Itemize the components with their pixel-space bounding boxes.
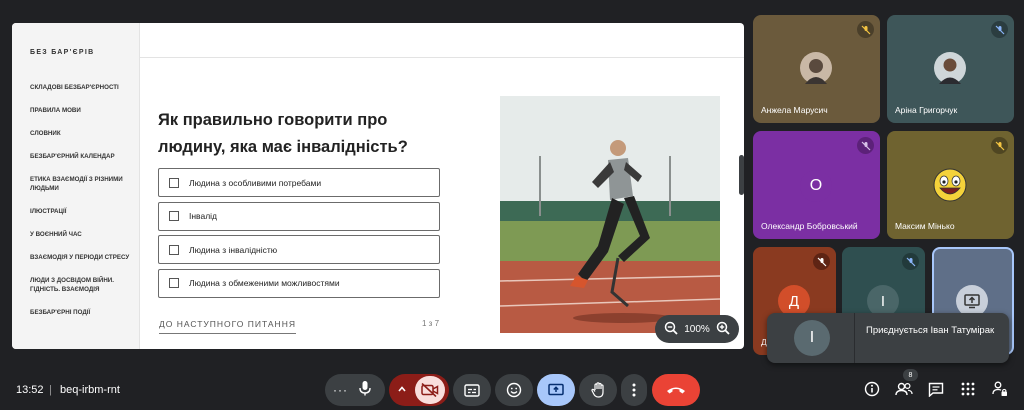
divider [854,313,855,363]
answer-label: Людина з особливими потребами [189,177,322,188]
nav-item[interactable]: ПРАВИЛА МОВИ [30,106,135,115]
participant-tile[interactable]: О Олександр Бобровський [753,131,880,239]
nav-item[interactable]: ЛЮДИ З ДОСВІДОМ ВІЙНИ. ГІДНІСТЬ. ВЗАЄМОД… [30,276,135,294]
answer-option[interactable]: Людина з особливими потребами [158,168,440,197]
more-options-button[interactable] [621,374,647,406]
zoom-out-icon[interactable] [664,321,678,338]
mic-button[interactable] [358,380,372,401]
runner-illustration [500,96,720,333]
camera-off-button[interactable] [415,376,445,404]
mic-control-group: ··· [325,374,385,406]
raise-hand-icon [590,382,604,398]
captions-button[interactable] [453,374,491,406]
more-vert-icon [632,383,636,397]
meeting-code: beq-irbm-rnt [60,384,120,396]
quiz-question: Як правильно говорити про людину, яка ма… [158,111,408,156]
participant-name: Анжела Марусич [761,105,828,115]
avatar [934,52,966,84]
nav-item[interactable]: СКЛАДОВІ БЕЗБАР'ЄРНОСТІ [30,83,135,92]
participant-name: Максим Мінько [895,221,955,231]
participant-name: Д [761,337,767,347]
mic-muted-icon [857,137,874,154]
mic-muted-icon [902,253,919,270]
leave-call-button[interactable] [652,374,700,406]
lock-person-icon [992,381,1007,396]
mic-muted-icon [857,21,874,38]
reactions-button[interactable] [495,374,533,406]
join-notification: І Приєднується Іван Татумірак [767,313,1009,363]
checkbox-icon [169,278,179,288]
info-icon [864,381,880,397]
bottom-toolbar: 13:52 | beq-irbm-rnt ··· [0,368,1024,410]
participant-count-badge: 8 [903,369,918,381]
nav-item[interactable]: ВЗАЄМОДІЯ У ПЕРІОДИ СТРЕСУ [30,253,135,262]
separator: | [49,384,52,396]
present-screen-button[interactable] [537,374,575,406]
answer-option[interactable]: Інвалід [158,201,440,231]
nav-item[interactable]: СЛОВНИК [30,129,135,138]
emoji-icon [506,382,522,398]
checkbox-icon [169,244,179,255]
runner-photo [500,96,720,333]
join-notification-text: Приєднується Іван Татумірак [866,325,995,336]
answer-label: Людина з інвалідністю [189,244,278,255]
chat-button[interactable] [925,378,947,400]
nav-item[interactable]: БЕЗБАР'ЄРНІ ПОДІЇ [30,308,135,317]
nav-item[interactable]: У ВОЄННИЙ ЧАС [30,230,135,239]
participant-name: Аріна Григорчук [895,105,958,115]
more-mic-options-icon[interactable]: ··· [333,383,348,397]
people-icon [895,382,913,396]
divider [140,57,744,58]
checkbox-icon [169,211,179,221]
slide-nav: СКЛАДОВІ БЕЗБАР'ЄРНОСТІ ПРАВИЛА МОВИ СЛО… [30,83,135,331]
zoom-level: 100% [684,323,710,335]
page-counter: 1 з 7 [422,319,440,328]
participant-tile[interactable]: Анжела Марусич [753,15,880,123]
hang-up-icon [667,387,685,394]
slide-brand: БЕЗ БАР'ЄРІВ [30,49,95,56]
smiley-avatar-icon [933,168,967,202]
camera-control-group [389,374,449,406]
avatar [800,52,832,84]
answer-label: Людина з обмеженими можливостями [189,278,340,288]
microphone-icon [359,380,371,395]
present-screen-icon [548,383,564,396]
raise-hand-button[interactable] [579,374,617,406]
mic-muted-icon [813,253,830,270]
chevron-up-icon[interactable] [397,381,407,399]
camera-off-icon [421,383,439,397]
answer-option[interactable]: Людина з обмеженими можливостями [158,268,440,298]
meet-window: БЕЗ БАР'ЄРІВ СКЛАДОВІ БЕЗБАР'ЄРНОСТІ ПРА… [0,0,1024,410]
mic-muted-icon [991,137,1008,154]
zoom-control: 100% [655,315,739,343]
participant-tile[interactable]: Максим Мінько [887,131,1014,239]
nav-item[interactable]: ІЛЮСТРАЦІЇ [30,207,135,216]
answer-label: Інвалід [189,211,218,221]
slide-sidebar: БЕЗ БАР'ЄРІВ СКЛАДОВІ БЕЗБАР'ЄРНОСТІ ПРА… [12,23,140,349]
chat-icon [928,382,944,397]
clock: 13:52 [16,384,44,396]
participant-name: Олександр Бобровський [761,221,858,231]
zoom-in-icon[interactable] [716,321,730,338]
avatar: І [794,320,830,356]
panel-scroll-handle[interactable] [739,155,744,195]
host-controls-button[interactable] [989,378,1011,400]
mic-muted-icon [991,21,1008,38]
nav-item[interactable]: БЕЗБАР'ЄРНИЙ КАЛЕНДАР [30,152,135,161]
checkbox-icon [169,177,179,188]
shared-screen: БЕЗ БАР'ЄРІВ СКЛАДОВІ БЕЗБАР'ЄРНОСТІ ПРА… [12,23,744,349]
captions-icon [464,383,480,397]
participant-tile[interactable]: Аріна Григорчук [887,15,1014,123]
activities-button[interactable] [957,378,979,400]
next-question-link[interactable]: ДО НАСТУПНОГО ПИТАННЯ [159,319,296,334]
answer-list: Людина з особливими потребами Інвалід Лю… [158,168,440,302]
apps-grid-icon [961,382,975,396]
people-button[interactable] [893,378,915,400]
answer-option[interactable]: Людина з інвалідністю [158,235,440,264]
meeting-details-button[interactable] [861,378,883,400]
nav-item[interactable]: ЕТИКА ВЗАЄМОДІЇ З РІЗНИМИ ЛЮДЬМИ [30,175,135,193]
avatar: О [800,170,832,202]
